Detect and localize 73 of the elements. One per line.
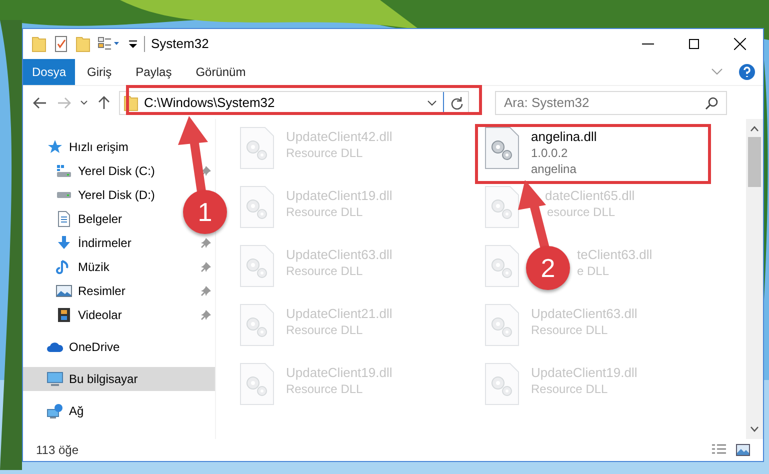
- up-arrow-icon: [98, 96, 110, 110]
- star-icon: [47, 139, 63, 155]
- nav-item[interactable]: Yerel Disk (D:): [78, 186, 155, 204]
- dll-file-icon: [240, 363, 274, 405]
- pin-icon[interactable]: [201, 238, 211, 248]
- dll-file-icon: [485, 363, 519, 405]
- network-icon: [47, 403, 63, 419]
- file-detail: esource DLL: [547, 204, 616, 220]
- file-detail: Resource DLL: [286, 322, 363, 338]
- nav-item[interactable]: Videolar: [78, 306, 122, 324]
- nav-item[interactable]: Resimler: [78, 282, 126, 300]
- maximize-icon: [689, 39, 699, 49]
- file-detail: Resource DLL: [286, 381, 363, 397]
- nav-item[interactable]: OneDrive: [69, 338, 120, 356]
- dropdown-icon[interactable]: [427, 100, 437, 106]
- file-detail: 1.0.0.2: [531, 145, 568, 161]
- dll-file-icon: [240, 245, 274, 287]
- file-detail: Resource DLL: [531, 322, 608, 338]
- view-options-icon[interactable]: [98, 37, 120, 51]
- scrollbar[interactable]: [746, 119, 763, 439]
- back-arrow-icon: [33, 96, 47, 108]
- forward-arrow-icon: [57, 96, 71, 108]
- large-icons-view-icon[interactable]: [735, 443, 751, 457]
- drive-icon: [56, 164, 72, 178]
- nav-item[interactable]: Belgeler: [78, 210, 122, 228]
- search-field[interactable]: Ara: System32: [495, 90, 727, 114]
- item-count: 113 öğe: [36, 442, 78, 459]
- pin-icon[interactable]: [201, 262, 211, 272]
- pin-icon[interactable]: [201, 310, 211, 320]
- file-detail: Resource DLL: [286, 263, 363, 279]
- dll-file-icon: [485, 304, 519, 346]
- dll-file-icon: [485, 127, 519, 169]
- dll-file-icon: [240, 127, 274, 169]
- nav-item[interactable]: Ağ: [69, 402, 84, 420]
- file-name[interactable]: angelina.dll: [531, 129, 597, 145]
- ribbon-tab[interactable]: Giriş: [75, 59, 124, 85]
- download-arrow-icon: [56, 235, 72, 251]
- file-tab[interactable]: Dosya: [23, 59, 75, 85]
- window-title: System32: [151, 35, 209, 54]
- close-icon: [734, 38, 746, 50]
- drive-icon: [56, 191, 72, 199]
- file-detail: Resource DLL: [286, 204, 363, 220]
- pin-icon[interactable]: [201, 286, 211, 296]
- ribbon-tab[interactable]: Paylaş: [124, 59, 184, 85]
- nav-item[interactable]: Yerel Disk (C:): [78, 162, 155, 180]
- file-detail: e DLL: [577, 263, 610, 279]
- chevron-down-icon: [80, 100, 88, 106]
- dll-file-icon: [485, 186, 519, 228]
- customize-toolbar-icon[interactable]: [128, 39, 138, 49]
- scroll-thumb[interactable]: [748, 137, 761, 187]
- monitor-icon: [47, 372, 63, 386]
- document-icon: [56, 211, 72, 227]
- expand-ribbon-icon[interactable]: [711, 68, 723, 76]
- nav-item[interactable]: Hızlı erişim: [69, 138, 128, 156]
- dll-file-icon: [240, 304, 274, 346]
- ribbon-tab[interactable]: Görünüm: [184, 59, 258, 85]
- dll-file-icon: [240, 186, 274, 228]
- minimize-icon: [642, 43, 654, 45]
- file-detail: Resource DLL: [531, 381, 608, 397]
- file-detail: angelina: [531, 161, 576, 177]
- search-icon: [705, 96, 718, 110]
- nav-item[interactable]: Müzik: [78, 258, 110, 276]
- dll-file-icon: [485, 245, 519, 287]
- file-detail: Resource DLL: [286, 145, 363, 161]
- cloud-icon: [47, 342, 63, 352]
- refresh-icon[interactable]: [450, 96, 464, 110]
- nav-item[interactable]: İndirmeler: [78, 234, 132, 252]
- pin-icon[interactable]: [201, 166, 211, 176]
- help-icon[interactable]: [739, 64, 755, 80]
- film-icon: [57, 307, 71, 323]
- nav-item[interactable]: Bu bilgisayar: [69, 370, 138, 388]
- picture-icon: [56, 285, 72, 297]
- properties-icon[interactable]: [54, 36, 68, 52]
